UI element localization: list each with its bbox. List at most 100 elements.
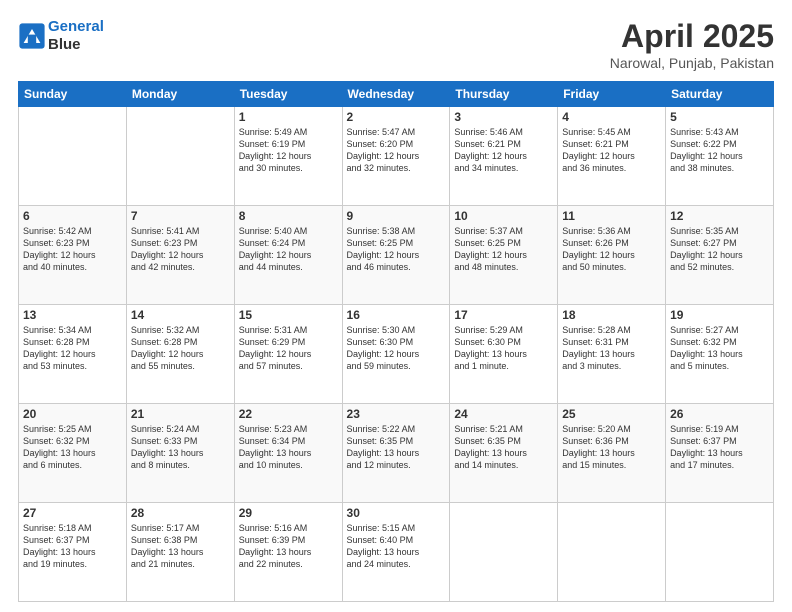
day-info: Sunrise: 5:27 AM Sunset: 6:32 PM Dayligh… [670,324,769,373]
day-info: Sunrise: 5:31 AM Sunset: 6:29 PM Dayligh… [239,324,338,373]
day-number: 27 [23,506,122,520]
calendar-cell: 11Sunrise: 5:36 AM Sunset: 6:26 PM Dayli… [558,206,666,305]
day-number: 13 [23,308,122,322]
day-info: Sunrise: 5:30 AM Sunset: 6:30 PM Dayligh… [347,324,446,373]
day-info: Sunrise: 5:17 AM Sunset: 6:38 PM Dayligh… [131,522,230,571]
calendar-cell: 13 Sunrise: 5:34 AM Sunset: 6:28 PM Dayli… [19,305,127,404]
calendar-cell: 19 Sunrise: 5:27 AM Sunset: 6:32 PM Dayli… [666,305,774,404]
day-number: 12 [670,209,769,223]
location: Narowal, Punjab, Pakistan [610,55,774,71]
day-info: Sunrise: 5:47 AM Sunset: 6:20 PM Dayligh… [347,126,446,175]
day-number: 5 [670,110,769,124]
calendar-cell: 10 Sunrise: 5:37 AM Sunset: 6:25 PM Dayli… [450,206,558,305]
calendar-cell [666,503,774,602]
day-number: 24 [454,407,553,421]
calendar-cell [558,503,666,602]
day-number: 8 [239,209,338,223]
calendar-week-row: 1 Sunrise: 5:49 AM Sunset: 6:19 PM Daylig… [19,107,774,206]
logo-text: General Blue [48,18,104,54]
day-number: 19 [670,308,769,322]
calendar-cell: 14Sunrise: 5:32 AM Sunset: 6:28 PM Dayli… [126,305,234,404]
page: General Blue April 2025 Narowal, Punjab,… [0,0,792,612]
day-info: Sunrise: 5:32 AM Sunset: 6:28 PM Dayligh… [131,324,230,373]
calendar-cell: 23 Sunrise: 5:22 AM Sunset: 6:35 PM Dayli… [342,404,450,503]
day-info: Sunrise: 5:49 AM Sunset: 6:19 PM Dayligh… [239,126,338,175]
day-info: Sunrise: 5:20 AM Sunset: 6:36 PM Dayligh… [562,423,661,472]
calendar-cell: 12 Sunrise: 5:35 AM Sunset: 6:27 PM Dayli… [666,206,774,305]
calendar-cell: 15 Sunrise: 5:31 AM Sunset: 6:29 PM Dayli… [234,305,342,404]
day-number: 20 [23,407,122,421]
day-info: Sunrise: 5:45 AM Sunset: 6:21 PM Dayligh… [562,126,661,175]
calendar-week-row: 20 Sunrise: 5:25 AM Sunset: 6:32 PM Dayli… [19,404,774,503]
calendar-cell: 27 Sunrise: 5:18 AM Sunset: 6:37 PM Dayli… [19,503,127,602]
day-number: 25 [562,407,661,421]
calendar-cell: 6 Sunrise: 5:42 AM Sunset: 6:23 PM Daylig… [19,206,127,305]
day-info: Sunrise: 5:35 AM Sunset: 6:27 PM Dayligh… [670,225,769,274]
calendar-cell [450,503,558,602]
day-number: 3 [454,110,553,124]
day-info: Sunrise: 5:18 AM Sunset: 6:37 PM Dayligh… [23,522,122,571]
day-number: 7 [131,209,230,223]
calendar-cell: 20 Sunrise: 5:25 AM Sunset: 6:32 PM Dayli… [19,404,127,503]
day-number: 1 [239,110,338,124]
calendar-cell: 3Sunrise: 5:46 AM Sunset: 6:21 PM Daylig… [450,107,558,206]
calendar-cell: 4 Sunrise: 5:45 AM Sunset: 6:21 PM Daylig… [558,107,666,206]
day-info: Sunrise: 5:42 AM Sunset: 6:23 PM Dayligh… [23,225,122,274]
day-number: 22 [239,407,338,421]
day-info: Sunrise: 5:41 AM Sunset: 6:23 PM Dayligh… [131,225,230,274]
calendar-cell: 29 Sunrise: 5:16 AM Sunset: 6:39 PM Dayli… [234,503,342,602]
day-info: Sunrise: 5:38 AM Sunset: 6:25 PM Dayligh… [347,225,446,274]
day-number: 30 [347,506,446,520]
day-number: 26 [670,407,769,421]
calendar-cell [126,107,234,206]
day-number: 23 [347,407,446,421]
day-info: Sunrise: 5:22 AM Sunset: 6:35 PM Dayligh… [347,423,446,472]
weekday-header-row: SundayMondayTuesdayWednesdayThursdayFrid… [19,82,774,107]
day-info: Sunrise: 5:21 AM Sunset: 6:35 PM Dayligh… [454,423,553,472]
logo-icon [18,22,46,50]
day-number: 6 [23,209,122,223]
weekday-header: Tuesday [234,82,342,107]
calendar-table: SundayMondayTuesdayWednesdayThursdayFrid… [18,81,774,602]
calendar-cell: 17 Sunrise: 5:29 AM Sunset: 6:30 PM Dayli… [450,305,558,404]
calendar-cell: 24 Sunrise: 5:21 AM Sunset: 6:35 PM Dayli… [450,404,558,503]
day-info: Sunrise: 5:24 AM Sunset: 6:33 PM Dayligh… [131,423,230,472]
day-info: Sunrise: 5:25 AM Sunset: 6:32 PM Dayligh… [23,423,122,472]
calendar-cell: 18 Sunrise: 5:28 AM Sunset: 6:31 PM Dayli… [558,305,666,404]
weekday-header: Wednesday [342,82,450,107]
month-title: April 2025 [610,18,774,55]
day-number: 18 [562,308,661,322]
day-info: Sunrise: 5:16 AM Sunset: 6:39 PM Dayligh… [239,522,338,571]
day-info: Sunrise: 5:34 AM Sunset: 6:28 PM Dayligh… [23,324,122,373]
calendar-cell: 30Sunrise: 5:15 AM Sunset: 6:40 PM Dayli… [342,503,450,602]
day-info: Sunrise: 5:37 AM Sunset: 6:25 PM Dayligh… [454,225,553,274]
calendar-cell: 9 Sunrise: 5:38 AM Sunset: 6:25 PM Daylig… [342,206,450,305]
day-number: 11 [562,209,661,223]
weekday-header: Sunday [19,82,127,107]
day-number: 4 [562,110,661,124]
calendar-cell: 16 Sunrise: 5:30 AM Sunset: 6:30 PM Dayli… [342,305,450,404]
day-number: 21 [131,407,230,421]
day-number: 17 [454,308,553,322]
calendar-cell: 21 Sunrise: 5:24 AM Sunset: 6:33 PM Dayli… [126,404,234,503]
day-info: Sunrise: 5:28 AM Sunset: 6:31 PM Dayligh… [562,324,661,373]
day-info: Sunrise: 5:29 AM Sunset: 6:30 PM Dayligh… [454,324,553,373]
day-number: 29 [239,506,338,520]
weekday-header: Thursday [450,82,558,107]
weekday-header: Friday [558,82,666,107]
day-info: Sunrise: 5:43 AM Sunset: 6:22 PM Dayligh… [670,126,769,175]
day-number: 10 [454,209,553,223]
calendar-week-row: 13 Sunrise: 5:34 AM Sunset: 6:28 PM Dayli… [19,305,774,404]
day-number: 15 [239,308,338,322]
calendar-cell: 2 Sunrise: 5:47 AM Sunset: 6:20 PM Daylig… [342,107,450,206]
calendar-cell: 22Sunrise: 5:23 AM Sunset: 6:34 PM Dayli… [234,404,342,503]
day-number: 2 [347,110,446,124]
day-number: 9 [347,209,446,223]
day-number: 16 [347,308,446,322]
weekday-header: Saturday [666,82,774,107]
day-number: 28 [131,506,230,520]
header: General Blue April 2025 Narowal, Punjab,… [18,18,774,71]
logo: General Blue [18,18,104,54]
title-block: April 2025 Narowal, Punjab, Pakistan [610,18,774,71]
calendar-week-row: 6 Sunrise: 5:42 AM Sunset: 6:23 PM Daylig… [19,206,774,305]
